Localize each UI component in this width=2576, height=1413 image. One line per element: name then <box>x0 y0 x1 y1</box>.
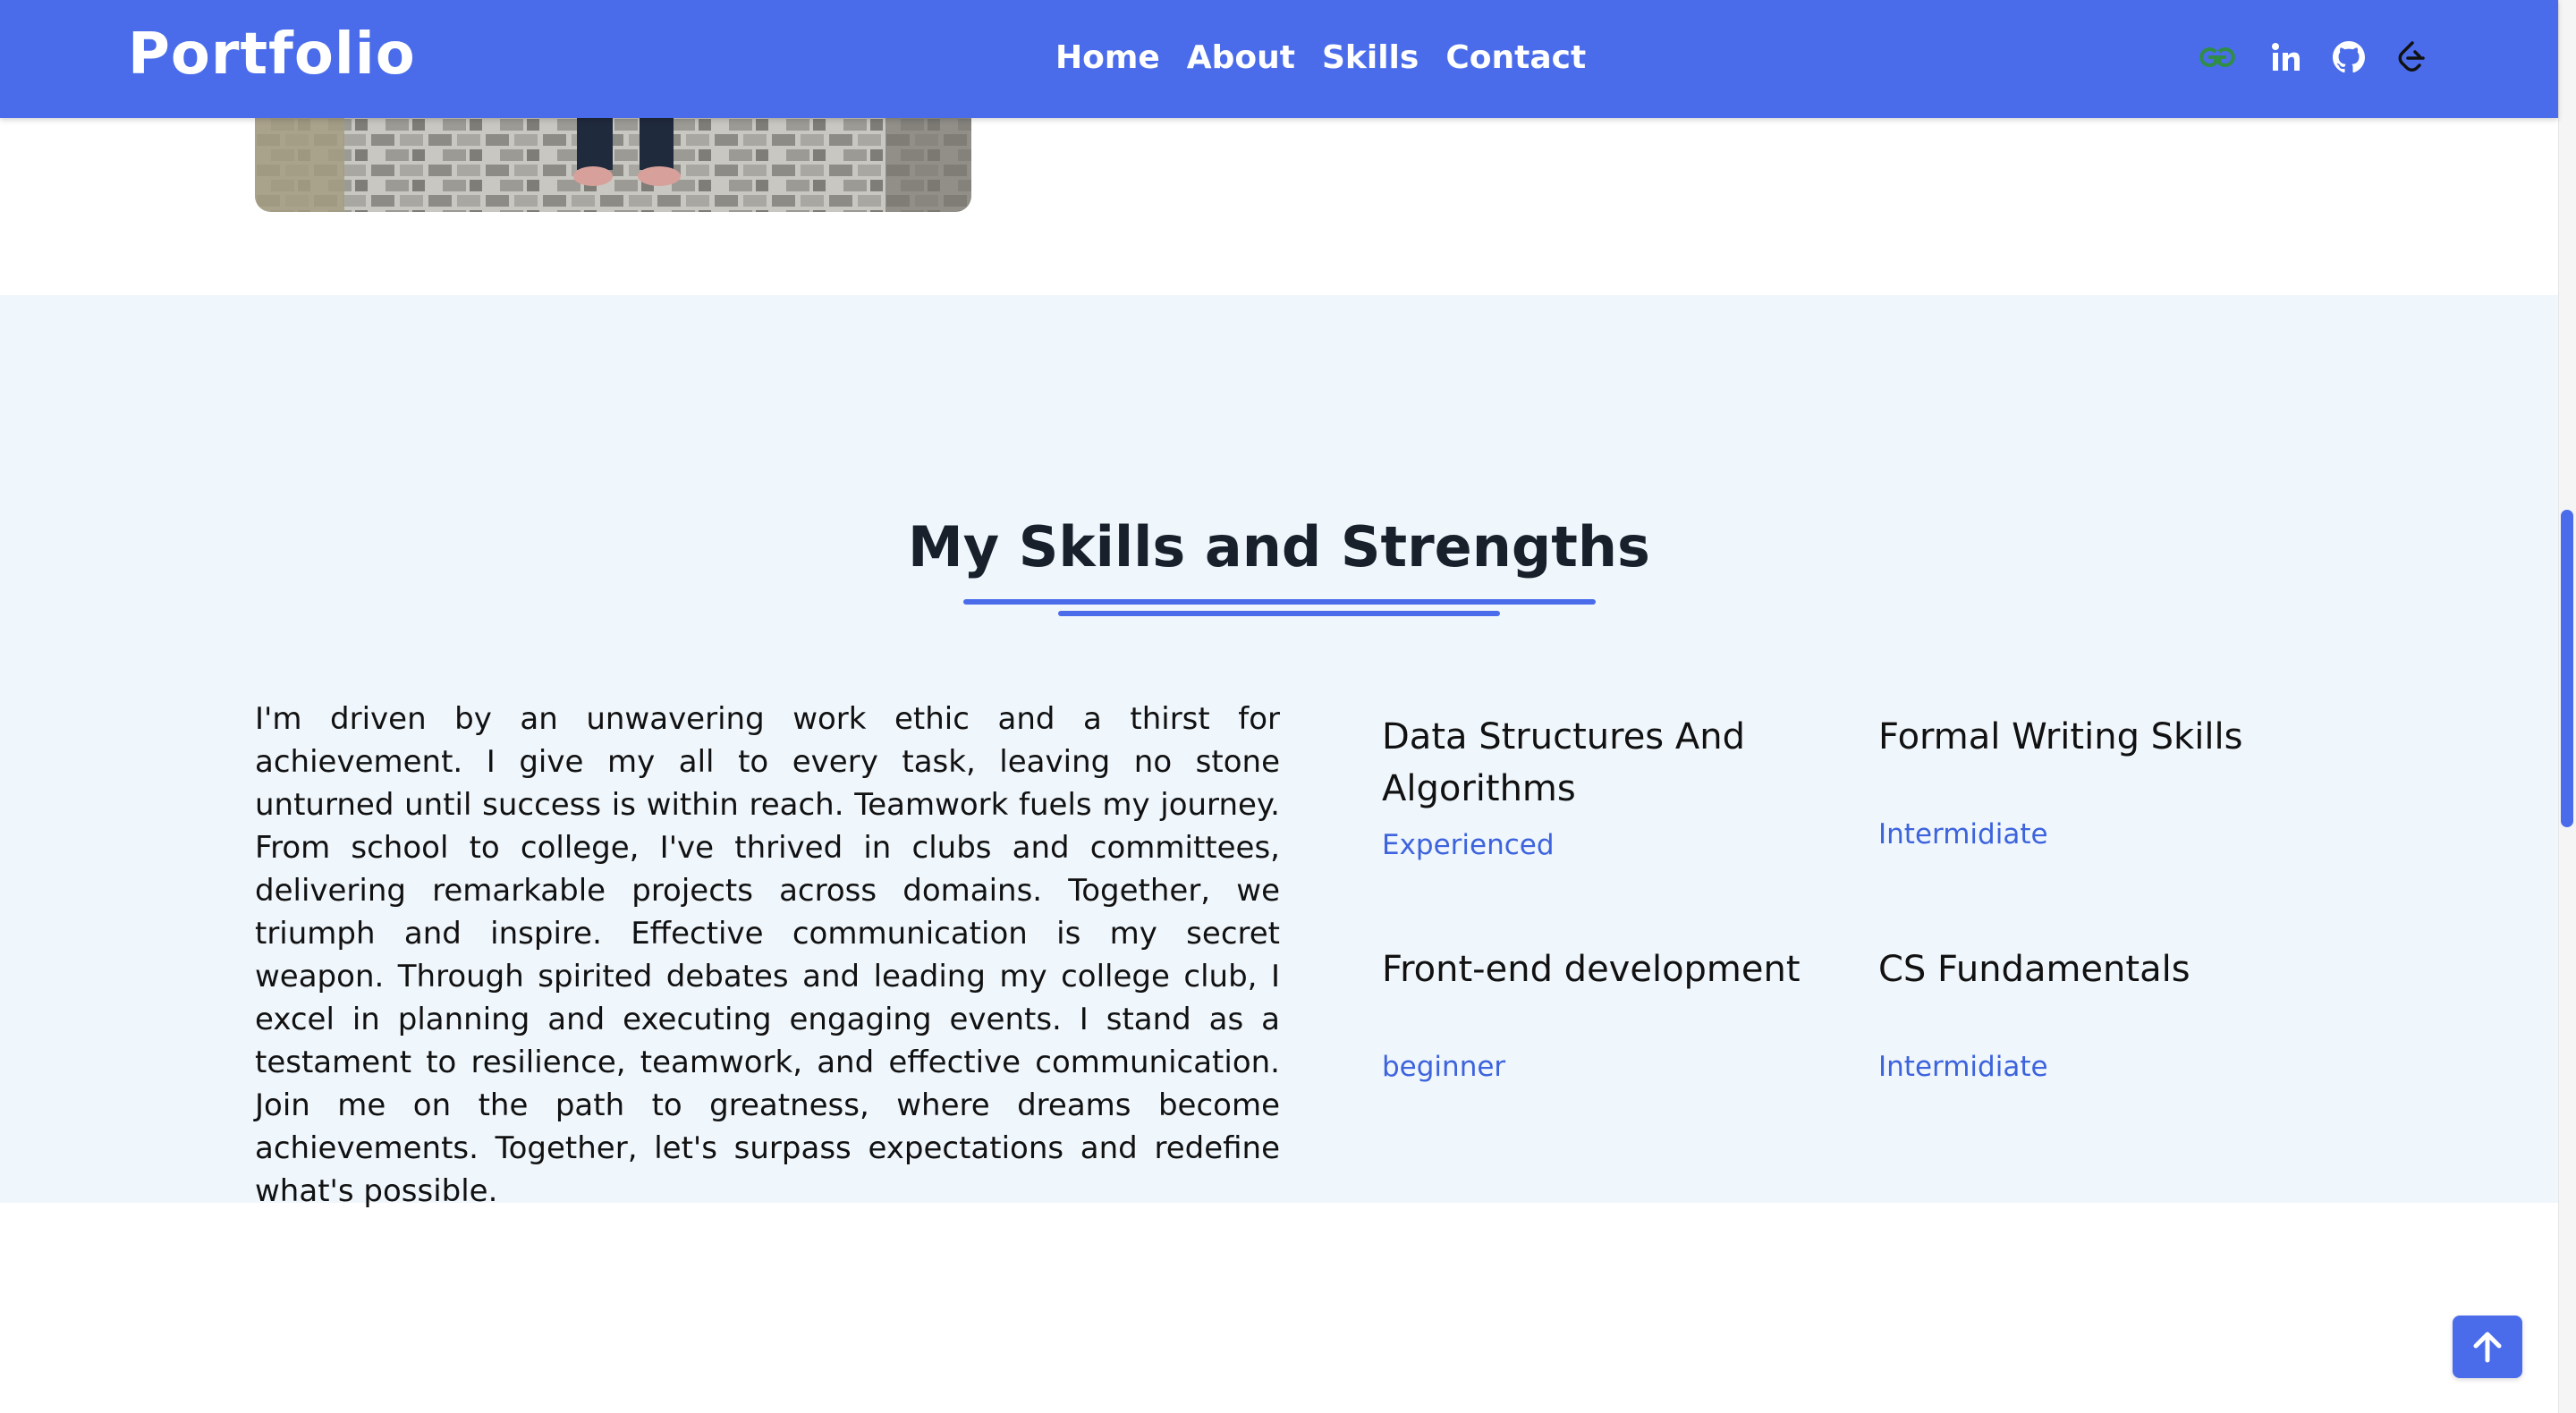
navbar: Portfolio Home About Skills Contact <box>0 0 2558 118</box>
skill-card-dsa: Data Structures And Algorithms Experienc… <box>1382 711 1847 861</box>
nav-link-about[interactable]: About <box>1187 39 1295 76</box>
skill-level: Experienced <box>1382 829 1555 861</box>
skill-name: Front-end development <box>1382 949 1801 990</box>
arrow-up-icon <box>2473 1332 2502 1363</box>
skills-section: My Skills and Strengths I'm driven by an… <box>0 295 2558 1209</box>
skill-level: beginner <box>1382 1051 1506 1083</box>
skill-card-frontend: Front-end development beginner <box>1382 943 1847 1083</box>
social-icons <box>2193 36 2429 79</box>
skill-level: Intermidiate <box>1878 1051 2048 1083</box>
brand-logo[interactable]: Portfolio <box>128 21 416 88</box>
nav-link-contact[interactable]: Contact <box>1445 39 1586 76</box>
scrollbar-thumb[interactable] <box>2561 510 2573 827</box>
github-icon[interactable] <box>2331 36 2367 79</box>
leetcode-icon[interactable] <box>2394 36 2429 79</box>
nav-links: Home About Skills Contact <box>1055 39 1586 76</box>
skill-level: Intermidiate <box>1878 818 2048 850</box>
skill-name: Data Structures And Algorithms <box>1382 716 1745 809</box>
geeksforgeeks-icon[interactable] <box>2193 36 2241 79</box>
skill-name: Formal Writing Skills <box>1878 716 2243 757</box>
skills-description: I'm driven by an unwavering work ethic a… <box>255 701 1280 1209</box>
scroll-to-top-button[interactable] <box>2453 1316 2522 1378</box>
skill-card-formal-writing: Formal Writing Skills Intermidiate <box>1878 711 2343 850</box>
title-underline <box>963 599 1596 605</box>
title-underline-accent <box>1058 611 1500 616</box>
skill-name: CS Fundamentals <box>1878 949 2190 990</box>
skill-card-cs-fundamentals: CS Fundamentals Intermidiate <box>1878 943 2343 1083</box>
nav-link-skills[interactable]: Skills <box>1322 39 1419 76</box>
page: Portfolio Home About Skills Contact My S… <box>0 0 2558 1413</box>
linkedin-icon[interactable] <box>2268 36 2304 79</box>
skills-title: My Skills and Strengths <box>908 514 1650 580</box>
nav-link-home[interactable]: Home <box>1055 39 1160 76</box>
